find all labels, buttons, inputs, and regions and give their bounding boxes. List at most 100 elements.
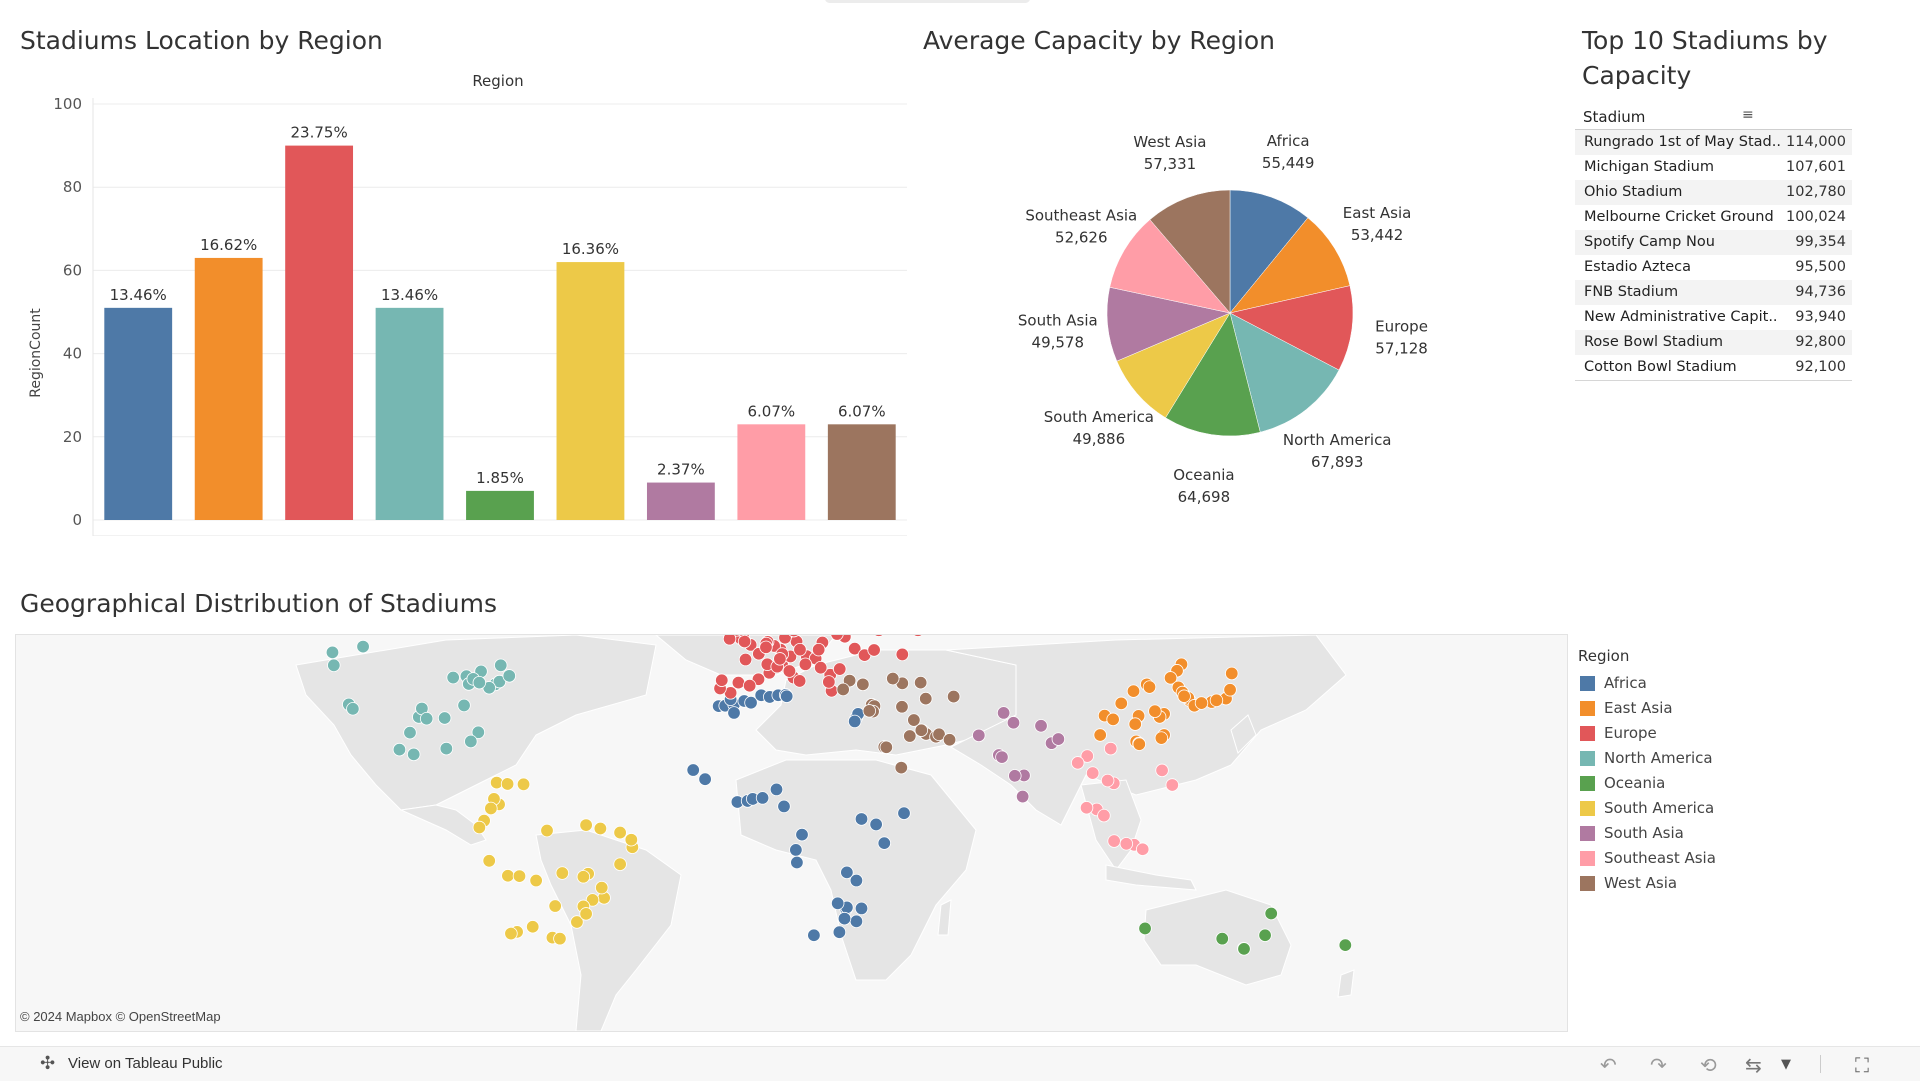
- stadium-point-europe[interactable]: [792, 674, 807, 688]
- stadium-point-north-america[interactable]: [403, 725, 417, 740]
- stadium-point-south-america[interactable]: [576, 870, 591, 884]
- stadium-point-west-asia[interactable]: [836, 682, 850, 697]
- stadium-point-europe[interactable]: [798, 657, 813, 671]
- stadium-point-southeast-asia[interactable]: [1097, 808, 1111, 823]
- stadium-point-africa[interactable]: [848, 714, 862, 729]
- stadium-point-east-asia[interactable]: [1132, 737, 1146, 751]
- bar-south-america[interactable]: [556, 262, 625, 520]
- stadium-point-east-asia[interactable]: [1223, 683, 1237, 697]
- table-row[interactable]: Michigan Stadium 107,601: [1575, 155, 1852, 180]
- stadium-point-south-america[interactable]: [526, 920, 540, 934]
- table-row[interactable]: New Administrative Capit.. 93,940: [1575, 305, 1852, 330]
- stadium-point-south-asia[interactable]: [996, 706, 1011, 720]
- bar-southeast-asia[interactable]: [737, 424, 806, 520]
- stadium-point-south-america[interactable]: [500, 777, 515, 791]
- stadium-point-africa[interactable]: [780, 689, 794, 703]
- stadium-point-oceania[interactable]: [1258, 928, 1272, 942]
- stadium-point-east-asia[interactable]: [1126, 684, 1141, 698]
- chevron-down-icon[interactable]: ▼: [1781, 1057, 1791, 1072]
- stadium-point-west-asia[interactable]: [946, 689, 961, 704]
- map-panel[interactable]: © 2024 Mapbox © OpenStreetMap: [15, 634, 1568, 1032]
- stadium-point-east-asia[interactable]: [1209, 693, 1224, 708]
- stadium-point-africa[interactable]: [755, 791, 770, 805]
- stadium-point-south-asia[interactable]: [1006, 716, 1021, 730]
- stadium-point-south-asia[interactable]: [1051, 732, 1066, 746]
- stadium-point-south-america[interactable]: [472, 820, 487, 835]
- stadium-point-north-america[interactable]: [419, 711, 434, 726]
- table-row[interactable]: Rose Bowl Stadium 92,800: [1575, 330, 1852, 355]
- stadium-point-south-america[interactable]: [555, 866, 570, 880]
- bar-africa[interactable]: [104, 307, 173, 520]
- stadium-point-north-america[interactable]: [494, 658, 508, 673]
- stadium-point-north-america[interactable]: [327, 658, 341, 673]
- stadium-point-southeast-asia[interactable]: [1119, 837, 1134, 851]
- stadium-point-north-america[interactable]: [325, 645, 340, 660]
- stadium-point-east-asia[interactable]: [1154, 731, 1169, 745]
- stadium-point-east-asia[interactable]: [1177, 689, 1191, 703]
- stadium-point-north-america[interactable]: [464, 734, 478, 749]
- stadium-point-europe[interactable]: [715, 673, 729, 687]
- stadium-point-europe[interactable]: [895, 647, 910, 662]
- stadium-point-africa[interactable]: [854, 901, 869, 916]
- stadium-point-east-asia[interactable]: [1093, 728, 1107, 742]
- stadium-point-west-asia[interactable]: [895, 700, 909, 714]
- stadium-point-east-asia[interactable]: [1128, 717, 1142, 731]
- stadium-point-africa[interactable]: [769, 782, 784, 797]
- stadium-point-southeast-asia[interactable]: [1165, 778, 1179, 792]
- table-row[interactable]: Estadio Azteca 95,500: [1575, 255, 1852, 280]
- stadium-point-africa[interactable]: [869, 817, 883, 832]
- stadium-point-east-asia[interactable]: [1142, 680, 1157, 694]
- stadium-point-west-asia[interactable]: [913, 675, 928, 690]
- table-row[interactable]: Melbourne Cricket Ground 100,024: [1575, 205, 1852, 230]
- stadium-point-europe[interactable]: [738, 652, 753, 667]
- stadium-point-west-asia[interactable]: [942, 733, 957, 747]
- stadium-point-south-asia[interactable]: [1034, 719, 1048, 733]
- stadium-point-east-asia[interactable]: [1225, 666, 1239, 681]
- stadium-point-west-asia[interactable]: [894, 760, 908, 775]
- stadium-point-europe[interactable]: [912, 635, 925, 637]
- stadium-point-south-asia[interactable]: [972, 728, 986, 743]
- stadium-point-europe[interactable]: [722, 635, 737, 646]
- stadium-point-africa[interactable]: [698, 772, 712, 786]
- stadium-point-south-america[interactable]: [595, 880, 609, 895]
- stadium-point-africa[interactable]: [807, 928, 821, 942]
- stadium-point-south-asia[interactable]: [1008, 769, 1022, 783]
- stadium-point-west-asia[interactable]: [903, 729, 917, 743]
- table-header-stadium[interactable]: Stadium: [1583, 108, 1645, 126]
- stadium-point-south-america[interactable]: [579, 818, 593, 832]
- stadium-point-africa[interactable]: [897, 806, 911, 820]
- stadium-point-africa[interactable]: [777, 799, 791, 814]
- stadium-point-south-america[interactable]: [579, 907, 593, 921]
- stadium-point-europe[interactable]: [737, 635, 752, 649]
- stadium-point-oceania[interactable]: [1338, 938, 1353, 952]
- stadium-point-north-america[interactable]: [439, 741, 454, 756]
- stadium-point-africa[interactable]: [832, 925, 847, 939]
- bar-south-asia[interactable]: [646, 482, 715, 520]
- stadium-point-north-america[interactable]: [356, 639, 370, 654]
- stadium-point-south-america[interactable]: [512, 869, 527, 883]
- stadium-point-europe[interactable]: [833, 662, 847, 676]
- stadium-point-south-america[interactable]: [504, 926, 518, 941]
- stadium-point-africa[interactable]: [727, 706, 741, 720]
- stadium-point-west-asia[interactable]: [886, 671, 900, 686]
- stadium-point-south-america[interactable]: [548, 899, 562, 913]
- stadium-point-southeast-asia[interactable]: [1085, 766, 1100, 780]
- stadium-point-southeast-asia[interactable]: [1100, 773, 1115, 788]
- stadium-point-oceania[interactable]: [1237, 942, 1251, 956]
- table-row[interactable]: Ohio Stadium 102,780: [1575, 180, 1852, 205]
- stadium-point-oceania[interactable]: [1138, 921, 1152, 936]
- fullscreen-icon[interactable]: ⛶: [1855, 1053, 1869, 1077]
- stadium-point-north-america[interactable]: [457, 698, 471, 713]
- stadium-point-africa[interactable]: [877, 836, 891, 850]
- stadium-point-europe[interactable]: [811, 642, 826, 657]
- stadium-point-oceania[interactable]: [1215, 931, 1229, 946]
- stadium-point-europe[interactable]: [782, 664, 797, 678]
- table-row[interactable]: Cotton Bowl Stadium 92,100: [1575, 355, 1852, 380]
- stadium-point-south-america[interactable]: [529, 873, 543, 888]
- stadium-point-europe[interactable]: [759, 640, 773, 654]
- revert-icon[interactable]: ⟲: [1700, 1053, 1717, 1077]
- stadium-point-africa[interactable]: [831, 896, 845, 911]
- stadium-point-southeast-asia[interactable]: [1107, 834, 1121, 848]
- stadium-point-south-america[interactable]: [540, 823, 554, 838]
- stadium-point-south-america[interactable]: [613, 857, 627, 871]
